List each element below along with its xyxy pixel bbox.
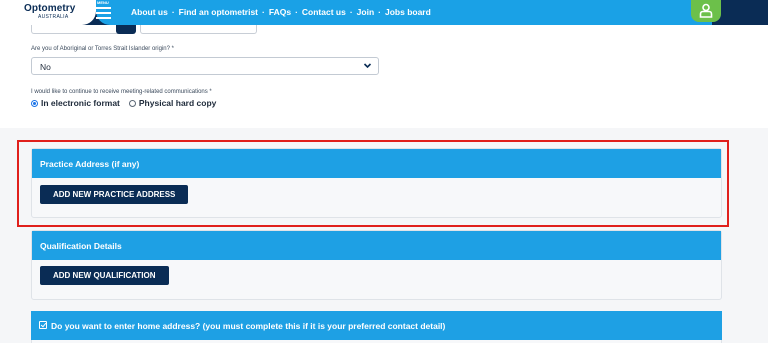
menu-bar <box>96 7 111 9</box>
nav-link-about[interactable]: About us <box>131 7 168 17</box>
calendar-icon[interactable] <box>116 25 136 34</box>
menu-bar <box>96 17 111 19</box>
origin-select[interactable]: No <box>31 57 379 75</box>
qualification-header: Qualification Details <box>32 231 721 260</box>
qualification-section: Qualification Details ADD NEW QUALIFICAT… <box>31 230 722 300</box>
user-account-button[interactable] <box>691 0 721 22</box>
highlight-box <box>17 140 729 227</box>
top-header: Optometry AUSTRALIA MENU About us · Find a… <box>0 0 768 25</box>
gender-field-partial[interactable] <box>140 25 257 34</box>
radio-hard-copy[interactable] <box>128 99 136 107</box>
home-address-title[interactable]: Do you want to enter home address? (you … <box>51 321 445 331</box>
nav-link-contact[interactable]: Contact us <box>302 7 346 17</box>
nav-links: About us · Find an optometrist · FAQs · Contac… <box>131 7 431 17</box>
chevron-down-icon <box>363 61 372 73</box>
nav-separator: · <box>171 7 175 17</box>
home-address-header[interactable]: Do you want to enter home address? (you … <box>31 311 722 340</box>
menu-label: MENU <box>97 0 109 5</box>
communications-label: I would like to continue to receive meet… <box>31 89 212 95</box>
nav-link-join[interactable]: Join <box>357 7 374 17</box>
logo[interactable]: Optometry AUSTRALIA <box>0 0 96 25</box>
radio-hard-copy-label[interactable]: Physical hard copy <box>139 98 216 108</box>
add-qualification-button[interactable]: ADD NEW QUALIFICATION <box>40 266 169 285</box>
nav-link-find-optometrist[interactable]: Find an optometrist <box>179 7 258 17</box>
nav-link-jobs[interactable]: Jobs board <box>385 7 431 17</box>
origin-label: Are you of Aboriginal or Torres Strait I… <box>31 46 174 52</box>
nav-separator: · <box>378 7 381 17</box>
communications-radio-group: In electronic format Physical hard copy <box>31 98 216 108</box>
user-icon <box>699 3 713 18</box>
origin-select-value: No <box>40 62 51 72</box>
home-address-checkbox[interactable] <box>39 321 47 329</box>
nav-separator: · <box>262 7 265 17</box>
radio-electronic[interactable] <box>31 99 38 107</box>
menu-bar <box>96 12 111 14</box>
logo-main-text: Optometry <box>24 3 76 14</box>
nav-link-faqs[interactable]: FAQs <box>269 7 291 17</box>
nav-separator: · <box>349 7 353 17</box>
logo-sub-text: AUSTRALIA <box>38 14 69 20</box>
qualification-title: Qualification Details <box>40 241 122 251</box>
menu-icon[interactable]: MENU <box>94 0 116 22</box>
radio-electronic-label[interactable]: In electronic format <box>41 98 120 108</box>
nav-separator: · <box>295 7 298 17</box>
